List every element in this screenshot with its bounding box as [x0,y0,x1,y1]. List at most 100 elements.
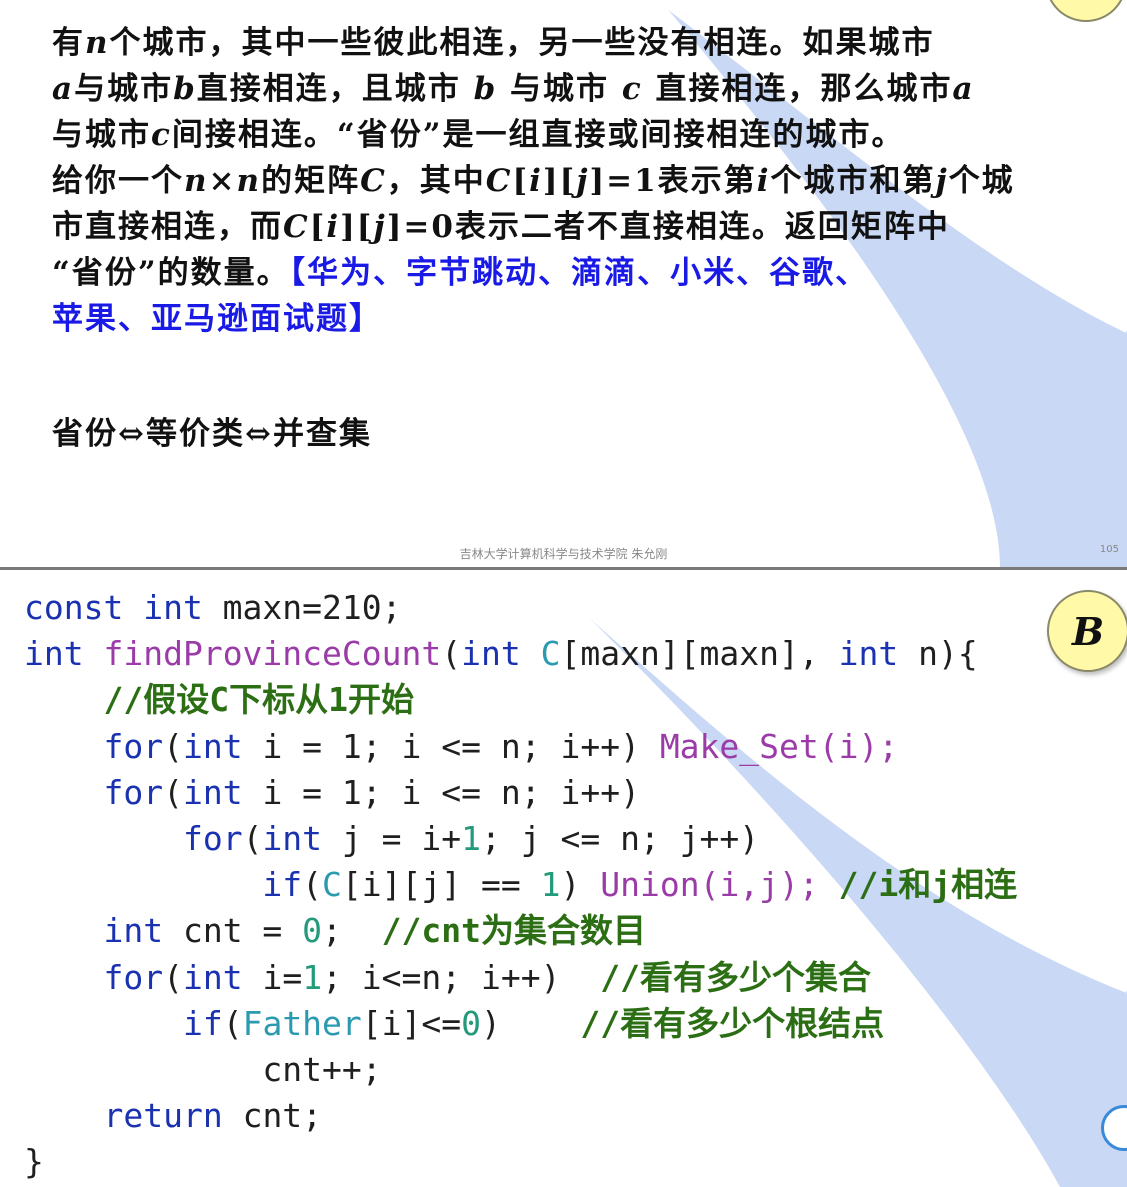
problem-line: a与城市b直接相连，且城市 b 与城市 c 直接相连，那么城市a [52,66,1092,112]
code-comment: //i和j相连 [838,865,1018,905]
code-function: findProvinceCount [103,634,442,674]
problem-line: 有n个城市，其中一些彼此相连，另一些没有相连。如果城市 [52,20,1092,66]
code-keyword: int [838,634,899,674]
code-text: [i][j] == [341,865,541,905]
problem-text: 市直接相连，而 [52,209,283,245]
code-text: [maxn][maxn], [560,634,839,674]
code-text: } [24,1142,44,1182]
math-variable: b [473,71,498,107]
code-text: ; j <= n; j++) [481,818,760,858]
math-variable: j [373,209,387,245]
page-number: 105 [1099,544,1119,555]
code-line: for(int i=1; i<=n; i++) //看有多少个集合 [24,955,1017,1001]
math-variable: C [485,163,513,199]
problem-text: [ [309,209,327,245]
code-number: 0 [302,911,323,951]
math-variable: i [529,163,543,199]
code-text: ( [163,957,183,997]
slide-badge: B [1047,590,1127,672]
code-line: } [24,1139,1017,1185]
code-text: ( [302,865,323,905]
problem-line: 给你一个n×n的矩阵C，其中C[i][j]=1表示第i个城市和第j个城 [52,158,1092,204]
math-variable: c [621,71,643,107]
code-number: 1 [540,865,561,905]
problem-text: 直接相连，且城市 [196,71,474,107]
code-keyword: for [182,818,243,858]
problem-text: ][ [340,209,374,245]
code-line: if(Father[i]<=0) //看有多少个根结点 [24,1001,1017,1047]
code-number: 1 [302,957,323,997]
code-text: ) [560,865,601,905]
code-keyword: int [461,634,521,674]
code-comment: //看有多少个根结点 [580,1003,885,1043]
math-variable: a [52,71,75,107]
code-text: cnt++; [24,1049,382,1089]
code-text: maxn=210; [202,588,402,627]
math-variable: C [360,163,387,199]
code-keyword: return [103,1096,223,1136]
code-keyword: if [262,865,303,905]
code-line: for(int i = 1; i <= n; i++) [24,770,1017,816]
code-block: const int maxn=210; int findProvinceCount… [24,585,1017,1185]
math-variable: n [85,25,110,61]
code-text: ( [441,634,462,674]
math-variable: n [184,163,209,199]
problem-text: 的矩阵 [261,163,361,199]
code-keyword: int [24,634,84,674]
problem-text: × [208,163,237,199]
slide-footer: 吉林大学计算机科学与技术学院 朱允刚 [459,547,668,561]
code-keyword: if [182,1003,223,1043]
code-keyword: const int [24,588,203,627]
code-line: const int maxn=210; [24,585,1017,631]
math-variable: b [173,71,197,107]
problem-text: 个城市和第 [770,163,936,199]
problem-text: [ [512,163,530,199]
code-line: for(int j = i+1; j <= n; j++) [24,816,1017,862]
math-variable: c [151,117,172,153]
code-text: ; i<=n; i++) [322,957,601,997]
code-keyword: for [103,772,164,812]
problem-text: 给你一个 [52,163,184,199]
problem-statement: 有n个城市，其中一些彼此相连，另一些没有相连。如果城市 a与城市b直接相连，且城市… [52,20,1092,342]
problem-text: “省份”的数量。 [52,255,290,291]
code-keyword: int [103,911,164,951]
math-variable: j [576,163,590,199]
problem-text: 间接相连。“省份”是一组直接或间接相连的城市。 [171,117,905,153]
code-line: return cnt; [24,1093,1017,1139]
code-keyword: for [103,726,164,766]
problem-text: 与城市 [497,71,622,107]
code-text: ) [481,1003,581,1043]
math-variable: i [326,209,341,245]
highlight-text: 【华为、字节跳动、滴滴、小米、谷歌、 [289,255,869,291]
problem-text: ]=0表示二者不直接相连。返回矩阵中 [386,209,950,245]
code-text: j = i+ [322,818,462,858]
problem-text: 直接相连，那么城市 [642,71,953,107]
code-line: for(int i = 1; i <= n; i++) Make_Set(i); [24,724,1017,770]
code-keyword: int [262,818,323,858]
problem-text: ]=1表示第 [589,163,757,199]
problem-line: 市直接相连，而C[i][j]=0表示二者不直接相连。返回矩阵中 [52,204,1092,250]
math-variable: C [283,209,310,245]
problem-text: 与城市 [52,117,151,153]
code-line: int findProvinceCount(int C[maxn][maxn],… [24,631,1017,677]
code-text: cnt; [222,1096,323,1136]
code-line: if(C[i][j] == 1) Union(i,j); //i和j相连 [24,862,1017,908]
code-text: n){ [898,634,978,674]
code-text: ( [242,818,263,858]
code-keyword: int [182,957,243,997]
code-comment: //看有多少个集合 [600,957,871,997]
code-comment: //假设C下标从1开始 [103,680,414,720]
problem-line: “省份”的数量。【华为、字节跳动、滴滴、小米、谷歌、 [52,250,1092,296]
problem-text: 个城市，其中一些彼此相连，另一些没有相连。如果城市 [109,25,935,61]
code-line: //假设C下标从1开始 [24,677,1017,723]
